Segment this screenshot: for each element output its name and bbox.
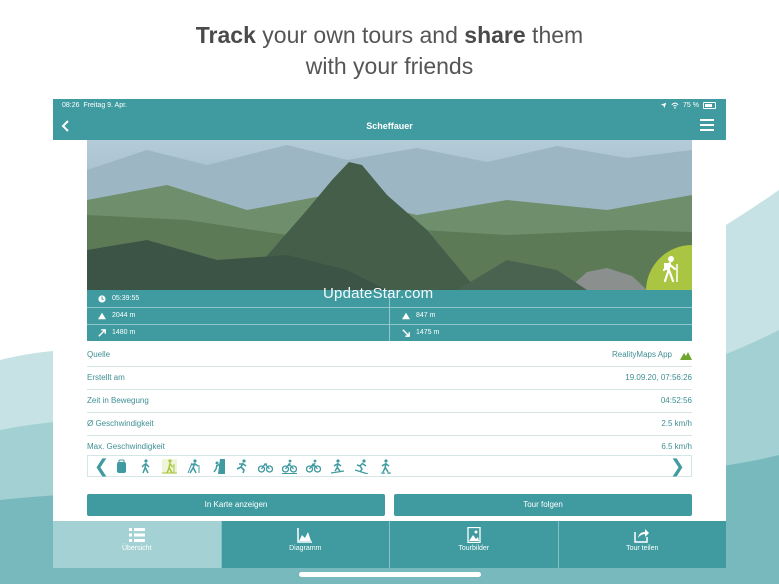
- info-label: Erstellt am: [87, 373, 125, 382]
- headline-line-2: with your friends: [305, 53, 474, 79]
- stat-duration: 05:39:55: [112, 295, 140, 302]
- walking-icon[interactable]: [138, 459, 153, 474]
- headline-share: share: [464, 22, 526, 48]
- list-icon: [128, 528, 145, 542]
- snowshoe-icon[interactable]: [378, 459, 393, 474]
- backpack-icon[interactable]: [114, 459, 129, 474]
- chart-icon: [297, 528, 313, 543]
- marketing-headline: Track your own tours and share them with…: [0, 20, 779, 82]
- stat-max-altitude: 2044 m: [112, 312, 136, 319]
- battery-icon: [703, 102, 716, 109]
- nordic-walking-icon[interactable]: [186, 459, 201, 474]
- cycling-icon[interactable]: [258, 459, 273, 474]
- running-icon[interactable]: [234, 459, 249, 474]
- stat-descent: 1475 m: [416, 329, 440, 336]
- peak-icon: [98, 312, 106, 319]
- tab-share-tour[interactable]: Tour teilen: [558, 521, 726, 568]
- status-time: 08:26: [62, 102, 80, 109]
- mountain-landscape-image: [87, 140, 692, 290]
- nav-bar: Scheffauer: [53, 112, 726, 140]
- tab-label: Tourbilder: [458, 545, 490, 552]
- wifi-icon: [671, 102, 679, 109]
- chevron-left-icon[interactable]: ❮: [94, 457, 109, 475]
- hamburger-menu-icon[interactable]: [700, 119, 714, 133]
- activity-selector: ❮ ❯: [87, 455, 692, 477]
- tab-label: Übersicht: [121, 545, 152, 552]
- info-label: Ø Geschwindigkeit: [87, 419, 154, 428]
- tab-bar: Übersicht Diagramm Tourbilder Tour teile…: [53, 521, 726, 568]
- status-bar: 08:26 Freitag 9. Apr. 75 %: [53, 99, 726, 112]
- info-value: RealityMaps App: [611, 350, 672, 359]
- headline-track: Track: [195, 22, 256, 48]
- info-value: 2.5 km/h: [661, 419, 692, 428]
- hiking-icon[interactable]: [162, 459, 177, 474]
- info-value: 19.09.20, 07:56:26: [625, 373, 692, 382]
- realitymaps-logo-icon: [680, 351, 692, 360]
- tab-label: Tour teilen: [626, 545, 659, 552]
- tour-photo[interactable]: [87, 140, 692, 290]
- ski-touring-icon[interactable]: [330, 459, 345, 474]
- follow-tour-button[interactable]: Tour folgen: [394, 494, 692, 516]
- info-row-source: Quelle RealityMaps App: [87, 344, 692, 367]
- stat-min-altitude: 847 m: [416, 312, 436, 319]
- image-icon: [467, 527, 481, 543]
- tab-overview[interactable]: Übersicht: [53, 521, 222, 568]
- watermark: UpdateStar.com: [323, 285, 434, 302]
- tab-diagram[interactable]: Diagramm: [221, 521, 390, 568]
- info-row-created: Erstellt am 19.09.20, 07:56:26: [87, 367, 692, 390]
- share-icon: [634, 529, 650, 543]
- skiing-icon[interactable]: [354, 459, 369, 474]
- show-on-map-button[interactable]: In Karte anzeigen: [87, 494, 385, 516]
- descent-arrow-icon: [402, 328, 410, 337]
- tab-tour-images[interactable]: Tourbilder: [390, 521, 559, 568]
- location-icon: [660, 102, 667, 109]
- info-label: Zeit in Bewegung: [87, 396, 149, 405]
- status-date: Freitag 9. Apr.: [83, 102, 128, 109]
- battery-percent: 75 %: [683, 102, 699, 109]
- stat-row-2: 2044 m 847 m: [87, 307, 692, 325]
- info-row-avg-speed: Ø Geschwindigkeit 2.5 km/h: [87, 413, 692, 436]
- hiker-icon: [662, 256, 678, 283]
- tour-info-list: Quelle RealityMaps App Erstellt am 19.09…: [87, 344, 692, 459]
- ascent-arrow-icon: [98, 328, 106, 337]
- info-label: Quelle: [87, 350, 111, 359]
- tablet-screen: 08:26 Freitag 9. Apr. 75 % Scheffauer 05…: [53, 99, 726, 568]
- stat-ascent: 1480 m: [112, 329, 136, 336]
- home-indicator: [299, 572, 481, 577]
- valley-icon: [402, 312, 410, 319]
- clock-icon: [98, 294, 106, 303]
- info-value: 04:52:56: [660, 396, 692, 405]
- stat-row-3: 1480 m 1475 m: [87, 324, 692, 341]
- mountain-bike-icon[interactable]: [282, 459, 297, 474]
- climbing-icon[interactable]: [210, 459, 225, 474]
- headline-text-2: them: [525, 22, 584, 48]
- info-row-moving-time: Zeit in Bewegung 04:52:56: [87, 390, 692, 413]
- tab-label: Diagramm: [289, 545, 322, 552]
- chevron-right-icon[interactable]: ❯: [670, 457, 685, 475]
- headline-text-1: your own tours and: [255, 22, 465, 48]
- page-title: Scheffauer: [366, 121, 413, 131]
- ebike-icon[interactable]: [306, 459, 321, 474]
